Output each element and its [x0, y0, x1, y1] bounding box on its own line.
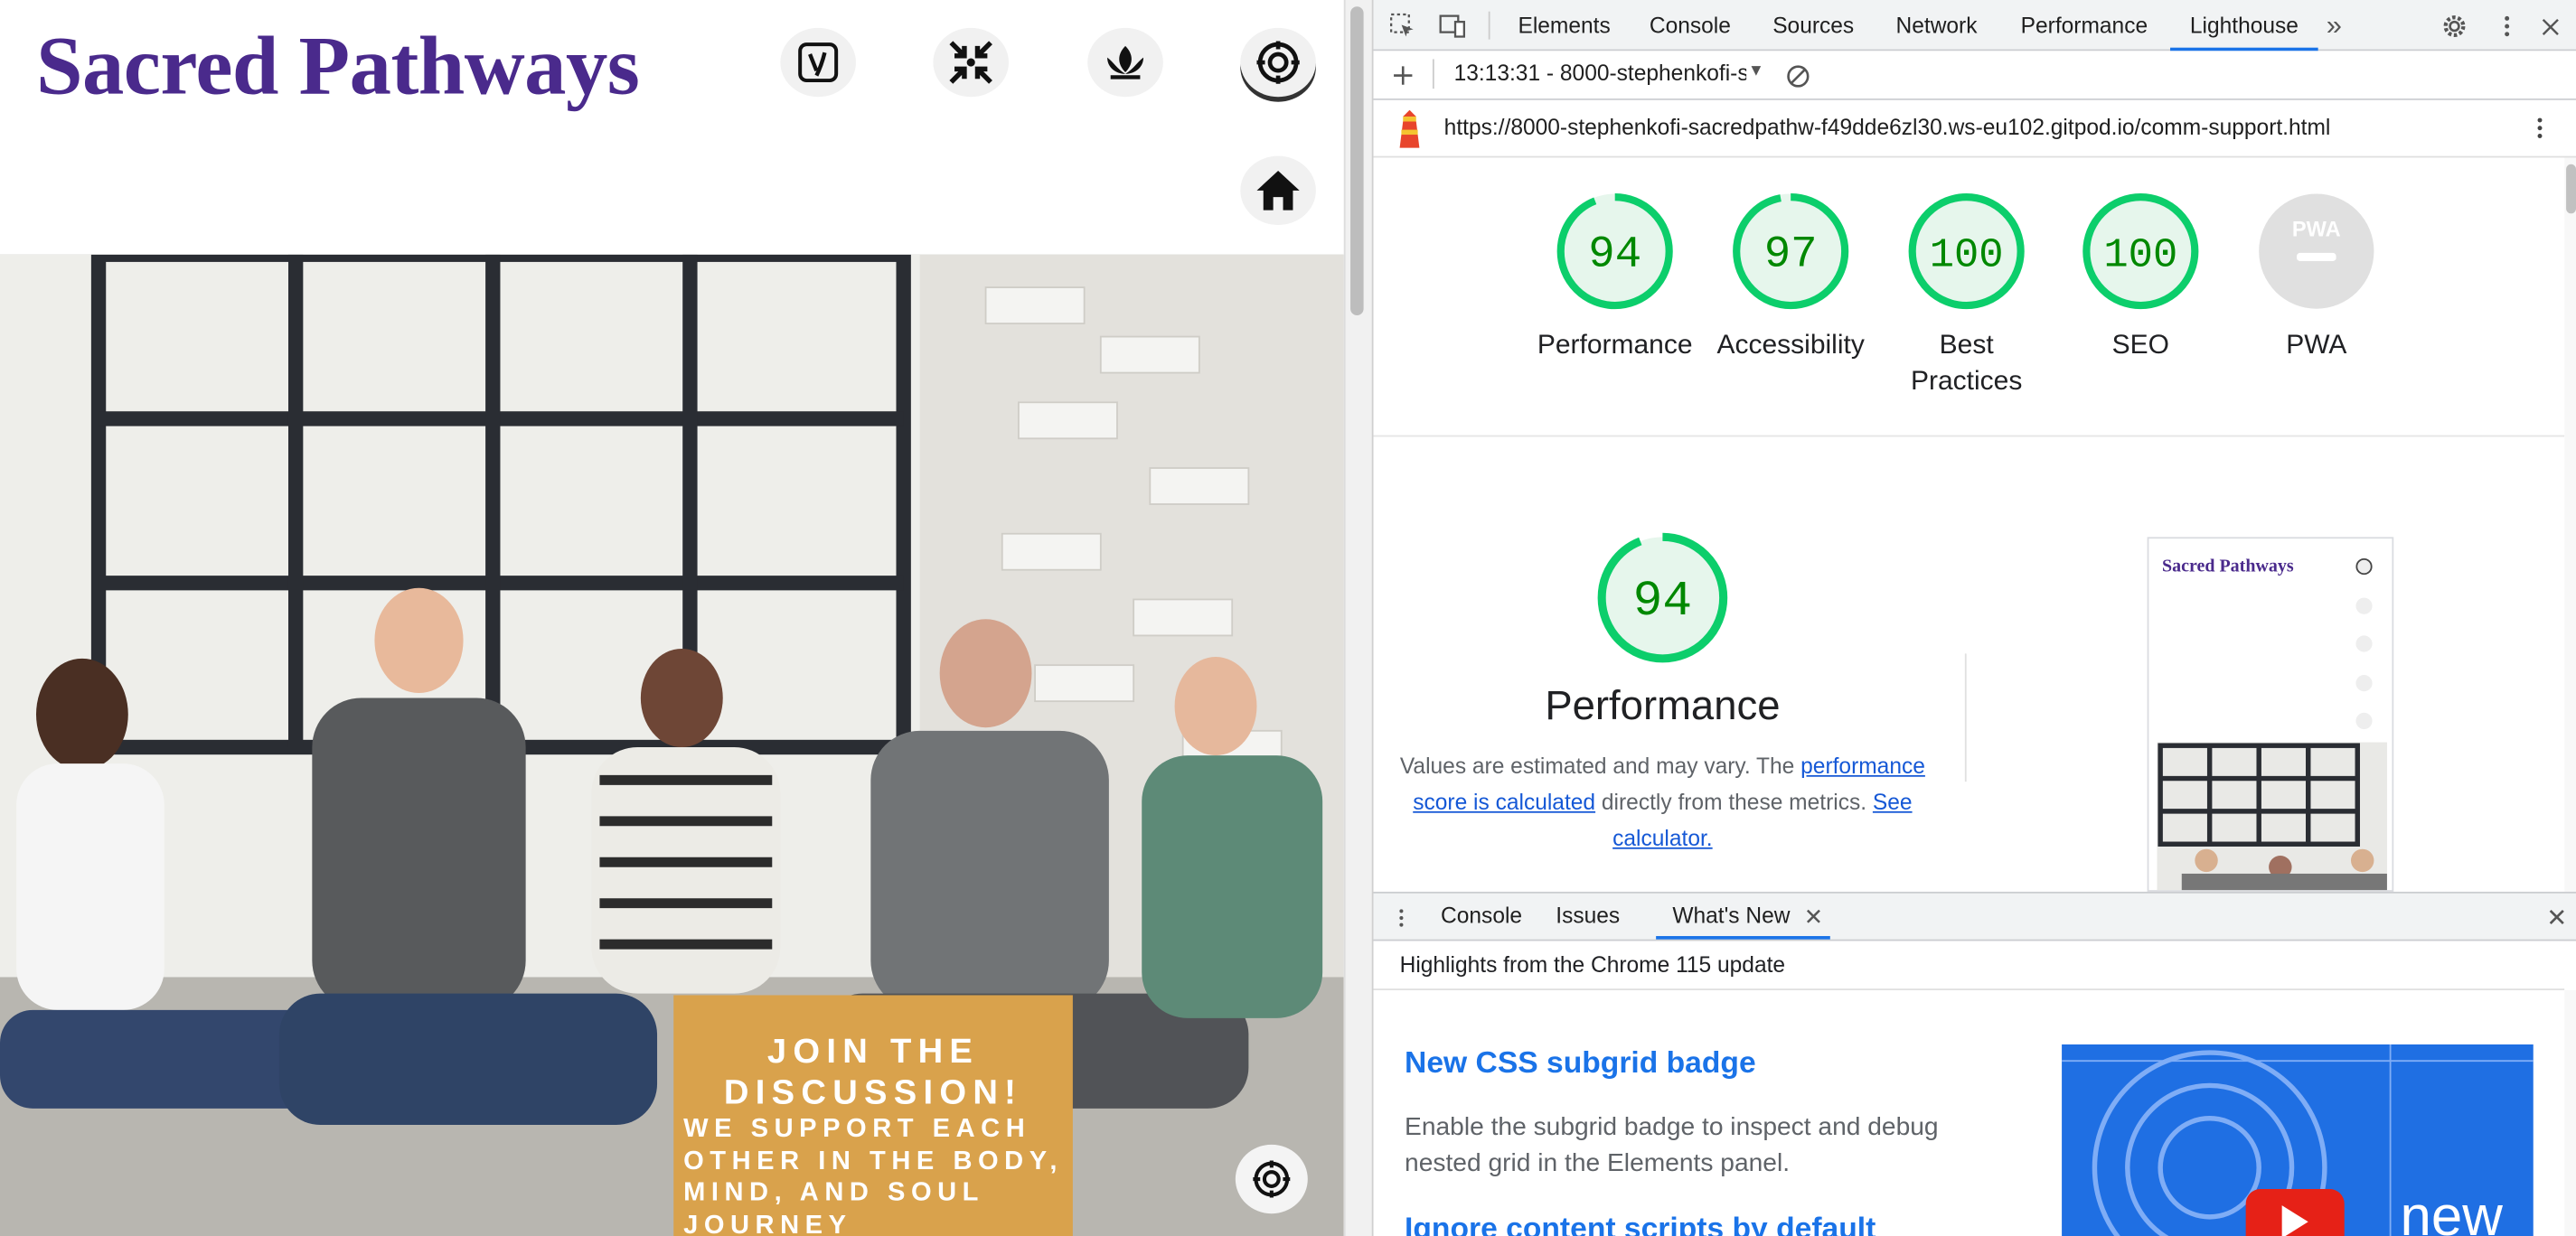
score-value: 97 [1764, 229, 1818, 279]
report-scrollbar-thumb[interactable] [2566, 164, 2576, 214]
whats-new-video-thumbnail[interactable]: new [2062, 1044, 2534, 1236]
score-label: PWA [2286, 330, 2347, 360]
highlights-header: Highlights from the Chrome 115 update [1373, 941, 2565, 991]
thumbnail-title: Sacred Pathways [2161, 557, 2294, 576]
perf-desc-mid: directly from these metrics. [1595, 790, 1873, 815]
ignore-content-scripts-link[interactable]: Ignore content scripts by default [1405, 1211, 1876, 1236]
tab-elements[interactable]: Elements [1518, 0, 1610, 51]
close-tab-icon[interactable]: ✕ [1804, 894, 1823, 940]
svg-text:new: new [2401, 1185, 2504, 1236]
more-tabs-icon[interactable]: » [2327, 0, 2342, 51]
report-scrollbar[interactable] [2564, 157, 2576, 892]
performance-gauge-large[interactable]: 94 [1595, 530, 1730, 670]
lighthouse-logo-icon [1393, 108, 1425, 156]
chakra-icon[interactable] [1240, 27, 1316, 98]
perf-desc-prefix: Values are estimated and may vary. The [1399, 754, 1801, 779]
drawer-tab-console[interactable]: Console [1441, 894, 1522, 940]
highlights-text: Highlights from the Chrome 115 update [1399, 952, 1786, 978]
tab-sources[interactable]: Sources [1772, 0, 1854, 51]
final-screenshot-thumbnail[interactable]: Sacred Pathways [2147, 537, 2394, 892]
tab-console[interactable]: Console [1650, 0, 1731, 51]
performance-title: Performance [1545, 683, 1781, 730]
toolbar-divider [1488, 11, 1490, 40]
website-viewport: Sacred Pathways JOIN THE DISCUSSION! WE … [0, 0, 1344, 1236]
pwa-badge-text: PWA [2292, 219, 2341, 242]
tab-lighthouse[interactable]: Lighthouse [2170, 0, 2318, 52]
score-gauges: 94 Performance 97 Accessibility 100 Best Prac… [1374, 157, 2565, 436]
lighthouse-url-bar: https://8000-stephenkofi-sacredpathw-f49… [1373, 99, 2576, 158]
score-value: 94 [1588, 229, 1641, 279]
site-title[interactable]: Sacred Pathways [36, 20, 640, 115]
new-report-plus-icon[interactable] [1387, 59, 1419, 91]
thumb-nav-icon [2355, 557, 2373, 576]
cta-body: WE SUPPORT EACH OTHER IN THE BODY, MIND,… [683, 1115, 1064, 1236]
whats-new-scrollbar[interactable] [2564, 990, 2576, 1236]
drawer-tab-whats-new-label: What's New [1672, 903, 1791, 928]
kebab-menu-icon[interactable] [2490, 10, 2523, 42]
drawer-menu-icon[interactable] [1385, 902, 1417, 934]
subgrid-badge-description: Enable the subgrid badge to inspect and … [1405, 1113, 1939, 1178]
svg-text:94: 94 [1633, 575, 1692, 630]
section-divider [1964, 653, 1967, 782]
score-label: Performance [1537, 330, 1693, 360]
score-value: 100 [2103, 231, 2177, 278]
page-scrollbar-thumb[interactable] [1350, 6, 1364, 315]
score-label: SEO [2111, 330, 2169, 360]
report-selector[interactable]: 13:13:31 - 8000-stephenkofi-s [1454, 61, 1747, 85]
lighthouse-toolbar: 13:13:31 - 8000-stephenkofi-s ▼ [1373, 51, 2576, 100]
drawer-tab-whats-new[interactable]: What's New ✕ [1656, 894, 1830, 940]
whats-new-panel: Highlights from the Chrome 115 update Ne… [1373, 941, 2565, 1236]
toolbar-divider [1432, 59, 1434, 89]
score-gauge-accessibility[interactable]: 97 [1732, 192, 1850, 315]
drawer-tab-bar: Console Issues What's New ✕ ✕ [1373, 891, 2576, 941]
cta-title: JOIN THE DISCUSSION! [723, 1033, 1023, 1112]
report-menu-icon[interactable] [2524, 112, 2556, 145]
lighthouse-report: 94 Performance 97 Accessibility 100 Best Prac… [1373, 157, 2565, 892]
chakra-float-icon[interactable] [1235, 1144, 1308, 1214]
subgrid-badge-link[interactable]: New CSS subgrid badge [1405, 1044, 1756, 1081]
devtools-tab-bar: Elements Console Sources Network Perform… [1373, 0, 2576, 52]
compress-icon[interactable] [933, 27, 1010, 98]
chevron-down-icon[interactable]: ▼ [1748, 62, 1764, 80]
yoga-logo-icon[interactable] [780, 27, 856, 98]
join-discussion-banner[interactable]: JOIN THE DISCUSSION! WE SUPPORT EACH OTH… [673, 995, 1073, 1236]
score-gauge-best-practices[interactable]: 100 [1907, 192, 2026, 315]
score-gauge-seo[interactable]: 100 [2082, 192, 2200, 315]
lotus-icon[interactable] [1087, 27, 1163, 98]
score-label: Best Practices [1910, 330, 2023, 397]
home-icon[interactable] [1240, 155, 1316, 226]
thumb-nav-icon [2355, 712, 2373, 730]
devtools-panel: Elements Console Sources Network Perform… [1371, 0, 2576, 1236]
thumbnail-hero [2157, 742, 2387, 891]
inspect-element-icon[interactable] [1387, 10, 1419, 42]
score-value: 100 [1930, 231, 2004, 278]
tab-network[interactable]: Network [1896, 0, 1978, 51]
hero-image [0, 254, 1344, 1236]
drawer-tab-issues[interactable]: Issues [1556, 894, 1620, 940]
thumb-nav-icon [2355, 675, 2373, 692]
report-url[interactable]: https://8000-stephenkofi-sacredpathw-f49… [1444, 115, 2331, 139]
device-toolbar-icon[interactable] [1436, 10, 1469, 42]
settings-gear-icon[interactable] [2438, 10, 2470, 42]
clear-reports-icon[interactable] [1781, 59, 1813, 91]
pwa-dash-icon [2297, 252, 2336, 261]
section-divider [1373, 435, 2565, 437]
score-gauge-pwa[interactable]: PWA [2257, 192, 2375, 315]
close-drawer-icon[interactable]: ✕ [2546, 904, 2567, 932]
thumb-nav-icon [2355, 597, 2373, 614]
performance-description: Values are estimated and may vary. The p… [1400, 749, 1926, 857]
tab-performance[interactable]: Performance [2021, 0, 2148, 51]
thumb-nav-icon [2355, 635, 2373, 652]
score-gauge-performance[interactable]: 94 [1556, 192, 1674, 315]
close-devtools-icon[interactable] [2534, 10, 2566, 42]
score-label: Accessibility [1716, 330, 1865, 360]
